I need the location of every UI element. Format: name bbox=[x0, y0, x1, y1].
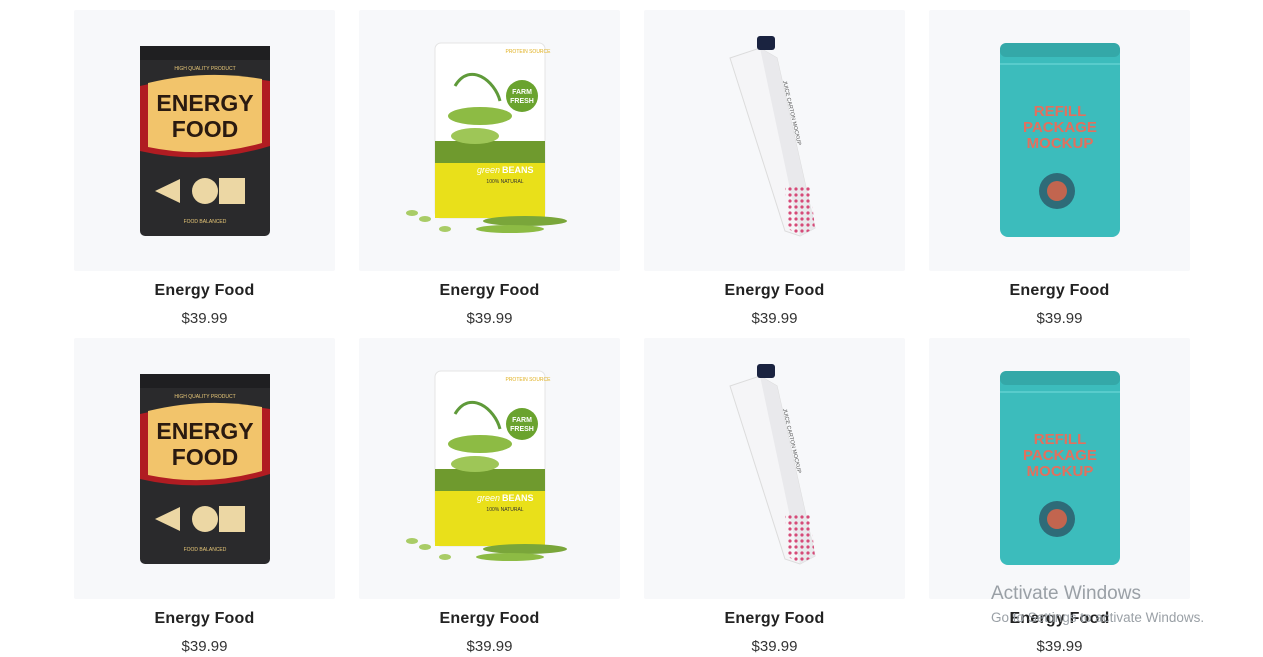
svg-text:MOCKUP: MOCKUP bbox=[1026, 463, 1093, 480]
product-image[interactable]: JUICE CARTON MOCKUP bbox=[644, 338, 905, 599]
product-name[interactable]: Energy Food bbox=[929, 609, 1190, 629]
green-beans-pouch-image: PROTEIN SOURCE FARM FRESH green BEANS 10… bbox=[405, 370, 567, 561]
product-card[interactable]: PROTEIN SOURCE FARM FRESH green BEANS 10… bbox=[359, 338, 620, 656]
product-card[interactable]: REFILL PACKAGE MOCKUP Energy Food $39.99 bbox=[929, 338, 1190, 656]
svg-text:FARM: FARM bbox=[512, 89, 532, 96]
refill-pouch-image: REFILL PACKAGE MOCKUP bbox=[999, 370, 1120, 565]
product-name[interactable]: Energy Food bbox=[644, 609, 905, 629]
product-price: $39.99 bbox=[466, 638, 513, 655]
product-price: $39.99 bbox=[1036, 310, 1083, 327]
svg-text:PROTEIN SOURCE: PROTEIN SOURCE bbox=[505, 49, 551, 55]
energy-food-bag-image: HIGH QUALITY PRODUCT ENERGY FOOD FOOD BA… bbox=[139, 373, 270, 564]
product-grid: HIGH QUALITY PRODUCT ENERGY FOOD FOOD BA… bbox=[74, 10, 1190, 656]
product-card[interactable]: JUICE CARTON MOCKUP Energy Food $39.99 bbox=[644, 10, 905, 328]
product-price: $39.99 bbox=[181, 638, 228, 655]
green-beans-pouch-image: PROTEIN SOURCE FARM FRESH green BEANS 10… bbox=[405, 42, 567, 233]
svg-text:FOOD BALANCED: FOOD BALANCED bbox=[183, 219, 226, 225]
product-image[interactable]: JUICE CARTON MOCKUP bbox=[644, 10, 905, 271]
svg-text:MOCKUP: MOCKUP bbox=[1026, 135, 1093, 152]
product-image[interactable]: HIGH QUALITY PRODUCT ENERGY FOOD FOOD BA… bbox=[74, 338, 335, 599]
svg-text:PACKAGE: PACKAGE bbox=[1023, 447, 1097, 464]
juice-carton-image: JUICE CARTON MOCKUP bbox=[728, 35, 816, 237]
refill-pouch-image: REFILL PACKAGE MOCKUP bbox=[999, 42, 1120, 237]
svg-text:FRESH: FRESH bbox=[510, 98, 534, 105]
svg-text:FRESH: FRESH bbox=[510, 426, 534, 433]
svg-text:FOOD: FOOD bbox=[171, 444, 237, 470]
product-price: $39.99 bbox=[1036, 638, 1083, 655]
product-name[interactable]: Energy Food bbox=[74, 281, 335, 301]
svg-text:100% NATURAL: 100% NATURAL bbox=[486, 179, 523, 185]
svg-text:PACKAGE: PACKAGE bbox=[1023, 119, 1097, 136]
product-price: $39.99 bbox=[751, 638, 798, 655]
svg-text:PROTEIN SOURCE: PROTEIN SOURCE bbox=[505, 377, 551, 383]
product-card[interactable]: HIGH QUALITY PRODUCT ENERGY FOOD FOOD BA… bbox=[74, 10, 335, 328]
svg-text:FOOD: FOOD bbox=[171, 116, 237, 142]
product-card[interactable]: PROTEIN SOURCE FARM FRESH green BEANS 10… bbox=[359, 10, 620, 328]
product-price: $39.99 bbox=[466, 310, 513, 327]
svg-text:100% NATURAL: 100% NATURAL bbox=[486, 507, 523, 513]
product-name[interactable]: Energy Food bbox=[929, 281, 1190, 301]
product-price: $39.99 bbox=[751, 310, 798, 327]
product-image[interactable]: REFILL PACKAGE MOCKUP bbox=[929, 338, 1190, 599]
energy-food-bag-image: HIGH QUALITY PRODUCT ENERGY FOOD FOOD BA… bbox=[139, 45, 270, 236]
svg-text:FARM: FARM bbox=[512, 417, 532, 424]
juice-carton-image: JUICE CARTON MOCKUP bbox=[728, 363, 816, 565]
product-image[interactable]: PROTEIN SOURCE FARM FRESH green BEANS 10… bbox=[359, 338, 620, 599]
svg-text:ENERGY: ENERGY bbox=[156, 418, 253, 444]
product-name[interactable]: Energy Food bbox=[74, 609, 335, 629]
svg-text:HIGH QUALITY PRODUCT: HIGH QUALITY PRODUCT bbox=[174, 66, 235, 72]
product-name[interactable]: Energy Food bbox=[644, 281, 905, 301]
svg-text:REFILL: REFILL bbox=[1033, 103, 1086, 120]
product-image[interactable]: PROTEIN SOURCE FARM FRESH green BEANS 10… bbox=[359, 10, 620, 271]
svg-text:green: green bbox=[476, 165, 499, 175]
svg-text:BEANS: BEANS bbox=[502, 493, 534, 503]
svg-text:HIGH QUALITY PRODUCT: HIGH QUALITY PRODUCT bbox=[174, 394, 235, 400]
svg-text:REFILL: REFILL bbox=[1033, 431, 1086, 448]
svg-text:ENERGY: ENERGY bbox=[156, 90, 253, 116]
product-card[interactable]: REFILL PACKAGE MOCKUP Energy Food $39.99 bbox=[929, 10, 1190, 328]
product-image[interactable]: HIGH QUALITY PRODUCT ENERGY FOOD FOOD BA… bbox=[74, 10, 335, 271]
product-card[interactable]: HIGH QUALITY PRODUCT ENERGY FOOD FOOD BA… bbox=[74, 338, 335, 656]
product-name[interactable]: Energy Food bbox=[359, 609, 620, 629]
product-price: $39.99 bbox=[181, 310, 228, 327]
product-card[interactable]: JUICE CARTON MOCKUP Energy Food $39.99 bbox=[644, 338, 905, 656]
product-image[interactable]: REFILL PACKAGE MOCKUP bbox=[929, 10, 1190, 271]
svg-text:BEANS: BEANS bbox=[502, 165, 534, 175]
svg-text:green: green bbox=[476, 493, 499, 503]
product-name[interactable]: Energy Food bbox=[359, 281, 620, 301]
svg-text:FOOD BALANCED: FOOD BALANCED bbox=[183, 547, 226, 553]
